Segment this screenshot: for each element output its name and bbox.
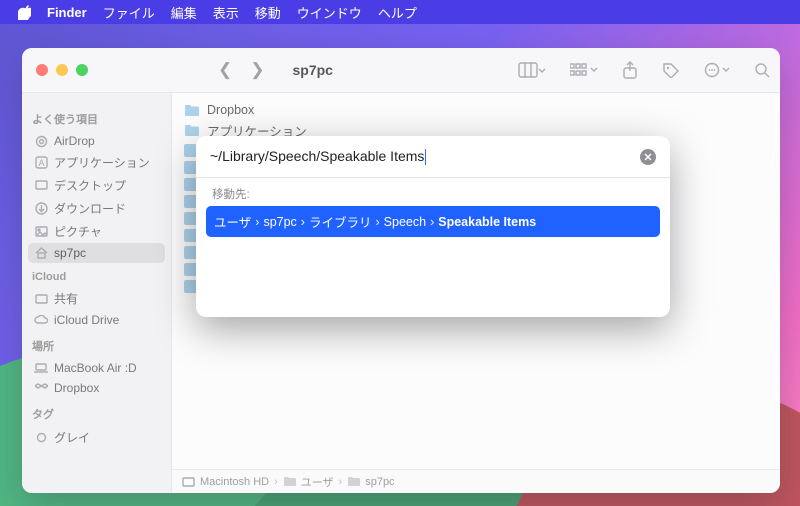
menu-bar: Finder ファイル 編集 表示 移動 ウインドウ ヘルプ [0, 0, 800, 24]
menu-view[interactable]: 表示 [213, 3, 239, 22]
input-value: ~/Library/Speech/Speakable Items [210, 148, 424, 164]
go-to-folder-dialog: ~/Library/Speech/Speakable Items 移動先: ユー… [196, 136, 670, 317]
menu-app-name[interactable]: Finder [47, 5, 87, 20]
close-icon [644, 153, 652, 161]
result-segment: Speakable Items [438, 215, 536, 229]
go-to-section-label: 移動先: [196, 178, 670, 206]
result-segment: ユーザ [214, 212, 251, 231]
menu-go[interactable]: 移動 [255, 3, 281, 22]
apple-logo-icon[interactable] [18, 5, 31, 20]
menu-file[interactable]: ファイル [103, 3, 155, 22]
text-caret [425, 149, 426, 165]
menu-window[interactable]: ウインドウ [297, 3, 362, 22]
chevron-right-icon: › [301, 215, 305, 229]
result-segment: ライブラリ [309, 212, 372, 231]
go-to-result-row[interactable]: ユーザ › sp7pc › ライブラリ › Speech › Speakable… [206, 206, 660, 237]
chevron-right-icon: › [255, 215, 259, 229]
chevron-right-icon: › [430, 215, 434, 229]
chevron-right-icon: › [375, 215, 379, 229]
result-segment: sp7pc [263, 215, 296, 229]
result-segment: Speech [384, 215, 426, 229]
menu-help[interactable]: ヘルプ [378, 3, 417, 22]
clear-input-button[interactable] [640, 149, 656, 165]
menu-edit[interactable]: 編集 [171, 3, 197, 22]
go-to-folder-input[interactable]: ~/Library/Speech/Speakable Items [210, 148, 632, 165]
